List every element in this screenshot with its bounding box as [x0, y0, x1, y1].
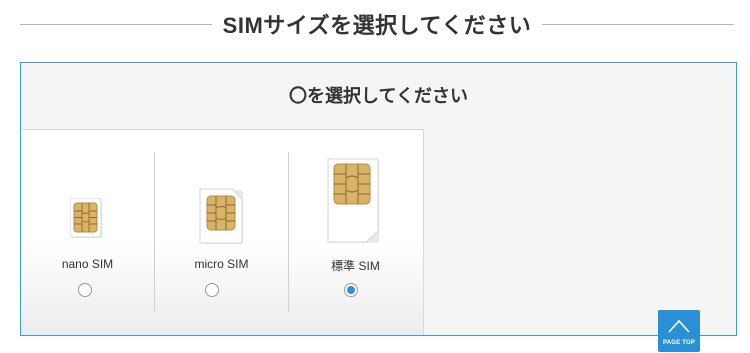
page-top-button[interactable]: PAGE TOP	[658, 310, 700, 352]
sim-option-nano[interactable]: nano SIM	[21, 130, 154, 335]
micro-sim-card-icon	[199, 188, 243, 244]
sim-option-standard[interactable]: 標準 SIM	[289, 130, 422, 335]
radio-micro-sim[interactable]	[205, 283, 219, 297]
sim-option-list: nano SIM micro SIM 標準 SIM	[21, 129, 424, 335]
sim-option-label: nano SIM	[61, 257, 114, 271]
nano-sim-card-icon	[70, 198, 102, 238]
section-heading: SIMサイズを選択してください	[0, 0, 750, 50]
page-title: SIMサイズを選択してください	[222, 13, 532, 38]
sim-size-panel: 〇を選択してください nano SIM micro SIM 標準 SIM	[20, 62, 737, 336]
standard-sim-card-icon	[327, 158, 379, 243]
sim-option-label: 標準 SIM	[331, 259, 380, 273]
selection-prompt: 〇を選択してください	[289, 86, 468, 106]
radio-standard-sim[interactable]	[344, 283, 358, 297]
sim-option-label: micro SIM	[194, 257, 249, 271]
heading-rule-right	[542, 24, 734, 25]
radio-nano-sim[interactable]	[78, 283, 92, 297]
sim-option-micro[interactable]: micro SIM	[155, 130, 288, 335]
chevron-up-icon	[668, 319, 690, 333]
heading-rule-left	[20, 24, 212, 25]
page-top-label: PAGE TOP	[662, 340, 696, 346]
